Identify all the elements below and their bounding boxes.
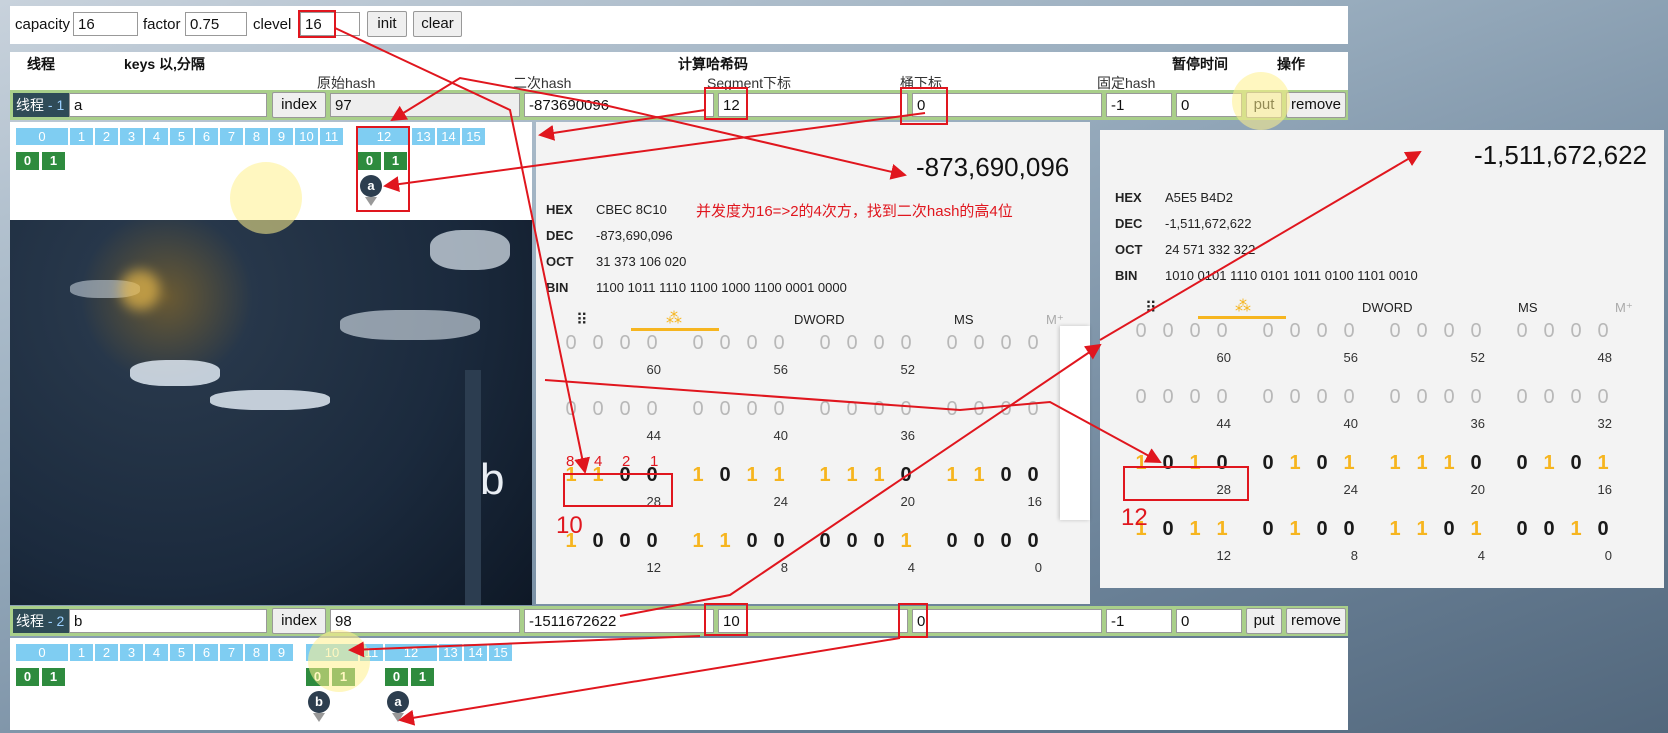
arrow-overlay (334, 27, 1422, 726)
